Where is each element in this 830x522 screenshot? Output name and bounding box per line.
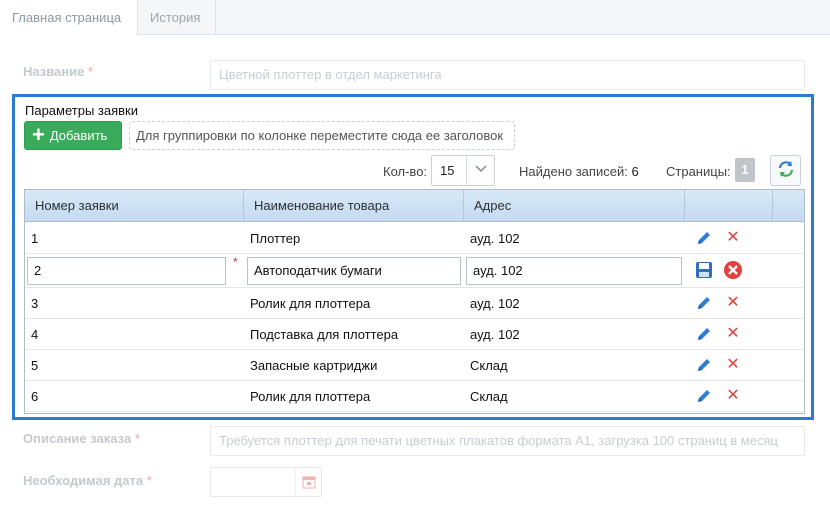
cell-number: 6 bbox=[31, 389, 39, 404]
cell-address: Склад bbox=[470, 358, 508, 373]
refresh-icon bbox=[776, 159, 796, 182]
add-button[interactable]: + Добавить bbox=[24, 121, 122, 150]
name-input[interactable]: Автоподатчик бумаги bbox=[247, 257, 461, 285]
plus-icon: + bbox=[32, 121, 45, 147]
cell-number: 1 bbox=[31, 231, 39, 246]
table-row[interactable]: 5 Запасные картриджи Склад ✕ bbox=[25, 350, 804, 381]
cell-address: Склад bbox=[470, 389, 508, 404]
cell-address: ауд. 102 bbox=[470, 327, 520, 342]
cell-number: 4 bbox=[31, 327, 39, 342]
number-input[interactable]: 2 bbox=[27, 257, 226, 285]
tab-main[interactable]: Главная страница bbox=[0, 0, 138, 36]
tab-history[interactable]: История bbox=[138, 0, 216, 35]
close-icon[interactable]: ✕ bbox=[723, 386, 743, 406]
records-count: 6 bbox=[631, 164, 639, 179]
name-label-text: Название bbox=[23, 64, 85, 79]
required-mark: * bbox=[233, 255, 238, 269]
date-field[interactable] bbox=[210, 467, 322, 497]
date-label: Необходимая дата * bbox=[23, 473, 152, 488]
panel-title: Параметры заявки bbox=[25, 103, 138, 118]
chevron-down-icon[interactable] bbox=[466, 156, 494, 185]
floppy-disk-icon[interactable] bbox=[694, 260, 714, 280]
table-row-editing[interactable]: 2 * Автоподатчик бумаги ауд. 102 bbox=[25, 254, 804, 288]
cell-name: Запасные картриджи bbox=[250, 358, 378, 373]
pencil-icon[interactable] bbox=[694, 324, 714, 344]
pencil-icon[interactable] bbox=[694, 228, 714, 248]
requests-grid: Номер заявки Наименование товара Адрес 1… bbox=[24, 189, 805, 414]
table-row[interactable]: 4 Подставка для плоттера ауд. 102 ✕ bbox=[25, 319, 804, 350]
refresh-button[interactable] bbox=[770, 155, 801, 186]
cell-name: Плоттер bbox=[250, 231, 301, 246]
pencil-icon[interactable] bbox=[694, 293, 714, 313]
page-size-select[interactable]: 15 bbox=[431, 155, 495, 186]
required-mark: * bbox=[134, 431, 140, 446]
description-field[interactable]: Требуется плоттер для печати цветных пла… bbox=[210, 426, 805, 456]
cell-name: Подставка для плоттера bbox=[250, 327, 399, 342]
cell-address: ауд. 102 bbox=[470, 231, 520, 246]
address-input[interactable]: ауд. 102 bbox=[466, 257, 682, 285]
column-header-actions bbox=[685, 190, 773, 222]
calendar-icon[interactable] bbox=[295, 468, 321, 496]
add-button-label: Добавить bbox=[49, 128, 108, 143]
cancel-circle-icon[interactable] bbox=[723, 260, 743, 280]
group-drop-zone[interactable]: Для группировки по колонке переместите с… bbox=[129, 121, 515, 150]
tab-bar: Главная страница История bbox=[0, 0, 830, 36]
column-header-number[interactable]: Номер заявки bbox=[25, 190, 244, 222]
request-params-panel: Параметры заявки + Добавить Для группиро… bbox=[12, 94, 814, 420]
column-header-address[interactable]: Адрес bbox=[464, 190, 685, 222]
pages-label: Страницы: bbox=[666, 164, 731, 179]
records-found: Найдено записей: 6 bbox=[519, 164, 639, 179]
description-label-text: Описание заказа bbox=[23, 431, 132, 446]
cell-address: ауд. 102 bbox=[470, 296, 520, 311]
page-button[interactable]: 1 bbox=[735, 158, 755, 182]
records-label: Найдено записей: bbox=[519, 164, 628, 179]
pencil-icon[interactable] bbox=[694, 355, 714, 375]
cell-name: Ролик для плоттера bbox=[250, 296, 371, 311]
page-size-label: Кол-во: bbox=[383, 164, 428, 179]
cell-number: 5 bbox=[31, 358, 39, 373]
close-icon[interactable]: ✕ bbox=[723, 355, 743, 375]
cell-number: 3 bbox=[31, 296, 39, 311]
table-row[interactable]: 6 Ролик для плоттера Склад ✕ bbox=[25, 381, 804, 412]
name-label: Название * bbox=[23, 64, 93, 79]
close-icon[interactable]: ✕ bbox=[723, 293, 743, 313]
required-mark: * bbox=[88, 64, 94, 79]
column-header-name[interactable]: Наименование товара bbox=[244, 190, 464, 222]
table-row[interactable]: 1 Плоттер ауд. 102 ✕ bbox=[25, 223, 804, 254]
date-label-text: Необходимая дата bbox=[23, 473, 144, 488]
page-size-value: 15 bbox=[440, 163, 455, 178]
cell-name: Ролик для плоттера bbox=[250, 389, 371, 404]
required-mark: * bbox=[146, 473, 152, 488]
close-icon[interactable]: ✕ bbox=[723, 324, 743, 344]
grid-header: Номер заявки Наименование товара Адрес bbox=[25, 190, 804, 222]
description-label: Описание заказа * bbox=[23, 431, 140, 446]
pencil-icon[interactable] bbox=[694, 386, 714, 406]
close-icon[interactable]: ✕ bbox=[723, 228, 743, 248]
name-field[interactable]: Цветной плоттер в отдел маркетинга bbox=[210, 60, 805, 90]
table-row[interactable]: 3 Ролик для плоттера ауд. 102 ✕ bbox=[25, 288, 804, 319]
